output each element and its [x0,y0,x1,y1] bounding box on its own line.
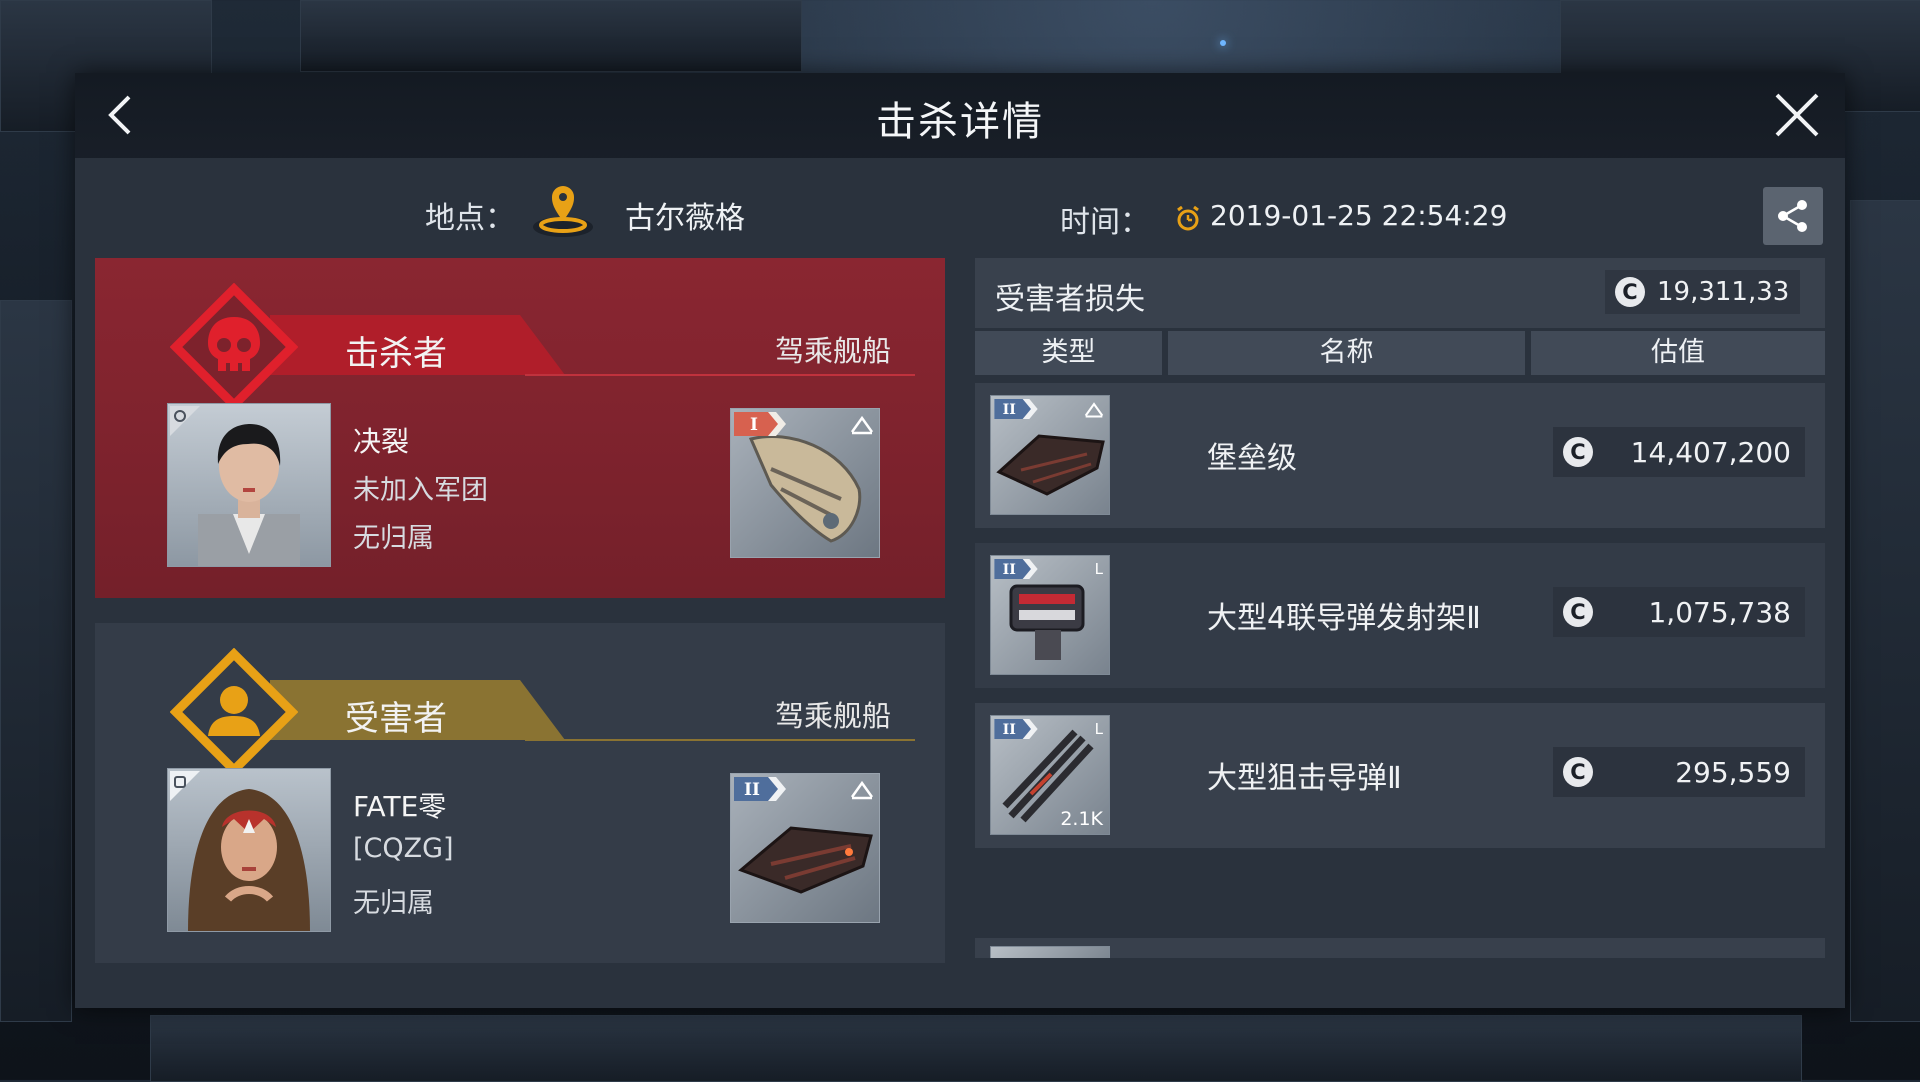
svg-text:II: II [1003,402,1016,418]
background-structure [1850,200,1920,1022]
killer-name: 决裂 [353,425,410,458]
victim-name: FATE零 [353,790,447,823]
credit-icon: C [1615,277,1645,307]
victim-avatar[interactable] [167,768,331,932]
tier-badge: II [734,777,786,801]
column-header-name: 名称 [1168,331,1525,375]
killer-ship-heading: 驾乘舰船 [775,334,892,368]
table-row[interactable]: II 堡垒级 C 14,407,200 [975,383,1825,528]
location-value: 古尔薇格 [625,201,745,236]
killer-avatar[interactable] [167,403,331,567]
credit-icon: C [1563,597,1593,627]
item-quantity: 2.1K [1060,808,1103,830]
close-button[interactable] [1765,83,1829,147]
map-pin-icon [530,181,596,241]
share-icon [1778,200,1807,232]
item-thumbnail[interactable]: II [990,395,1110,515]
background-structure [0,300,72,1022]
column-header-type: 类型 [975,331,1162,375]
background-structure [150,1015,1802,1082]
slot-size-label: L [1094,720,1103,738]
victim-alliance: 无归属 [353,888,434,919]
location-label: 地点： [425,201,515,236]
tier-badge: II [994,559,1038,579]
table-row[interactable]: II L 大型4联导弹发射架Ⅱ C 1,075,738 [975,543,1825,688]
victim-role-label: 受害者 [345,699,447,739]
corp-tag-icon [170,771,200,801]
kill-detail-panel: 击杀详情 地点： 古尔薇格 时间： 2019-01-25 22:54:29 击杀… [75,73,1845,1008]
loss-total-value: 19,311,33 [1657,277,1790,307]
victim-ship-thumbnail[interactable]: II [730,773,880,923]
divider [525,739,915,741]
svg-text:II: II [744,780,760,800]
item-value: 1,075,738 [1648,595,1791,629]
credit-icon: C [1563,757,1593,787]
time-value: 2019-01-25 22:54:29 [1210,199,1508,232]
item-name: 大型4联导弹发射架Ⅱ [1207,601,1481,636]
victim-ship-heading: 驾乘舰船 [775,699,892,733]
background-structure [300,0,802,72]
loss-header: 受害者损失 C 19,311,33 [975,258,1825,328]
killer-ship-thumbnail[interactable]: I [730,408,880,558]
item-value-box: C 14,407,200 [1553,427,1805,477]
item-value-box: C 1,075,738 [1553,587,1805,637]
victim-card: 受害者 驾乘舰船 FATE零 [CQZG] 无归属 II [95,623,945,963]
loss-title: 受害者损失 [995,282,1145,317]
person-icon [170,648,298,776]
killer-role-label: 击杀者 [345,334,447,374]
tier-badge: II [994,719,1038,739]
item-name: 堡垒级 [1207,441,1297,476]
time-label: 时间： [1060,205,1150,240]
victim-corp: [CQZG] [353,833,454,864]
killer-card: 击杀者 驾乘舰船 决裂 未加入军团 无归属 I [95,258,945,598]
svg-text:I: I [750,415,758,435]
background-light [1220,40,1226,46]
close-icon [1775,93,1819,137]
skull-icon [170,283,298,411]
column-header-value: 估值 [1531,331,1825,375]
page-title: 击杀详情 [876,99,1044,145]
corp-tag-icon [170,406,200,436]
alarm-clock-icon [1175,205,1201,232]
item-value: 295,559 [1675,755,1791,789]
share-button[interactable] [1763,187,1823,245]
chevron-up-icon [850,415,874,435]
item-thumbnail[interactable]: II L [990,555,1110,675]
killer-corp: 未加入军团 [353,475,488,506]
svg-text:II: II [1003,722,1016,738]
table-row[interactable]: II L 2.1K 大型狙击导弹Ⅱ C 295,559 [975,703,1825,848]
table-row-partial[interactable] [975,938,1825,958]
title-bar: 击杀详情 [75,73,1845,158]
divider [525,374,915,376]
loss-total: C 19,311,33 [1605,270,1800,314]
item-thumbnail [990,946,1110,958]
item-name: 大型狙击导弹Ⅱ [1207,761,1402,796]
slot-size-label: L [1094,560,1103,578]
item-value-box: C 295,559 [1553,747,1805,797]
chevron-up-icon [1084,402,1104,418]
tier-badge: II [994,399,1038,419]
tier-badge: I [734,412,786,436]
credit-icon: C [1563,437,1593,467]
chevron-up-icon [850,780,874,800]
killer-alliance: 无归属 [353,523,434,554]
svg-text:II: II [1003,562,1016,578]
item-value: 14,407,200 [1630,435,1791,469]
item-thumbnail[interactable]: II L 2.1K [990,715,1110,835]
